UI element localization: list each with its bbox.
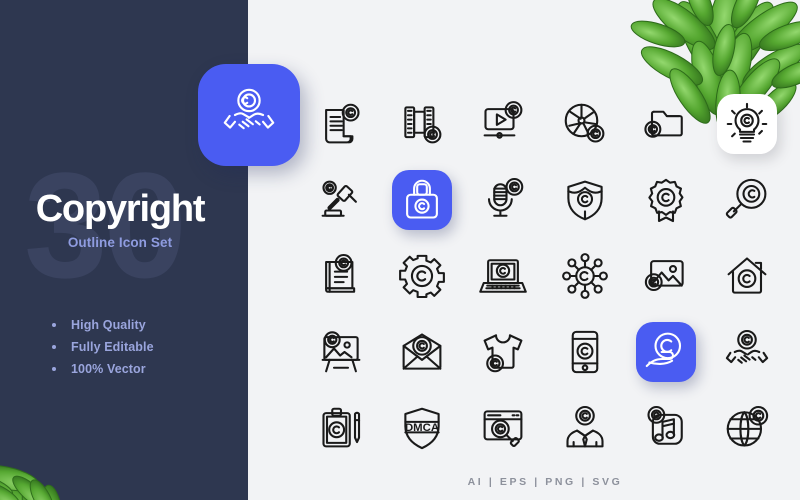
photo-copyright-icon	[644, 260, 684, 292]
icon-cell-easel-painting[interactable]	[300, 314, 381, 390]
document-copyright-icon	[324, 103, 360, 144]
icon-cell-folder[interactable]	[625, 86, 706, 162]
icon-cell-businessman[interactable]	[544, 390, 625, 466]
icon-cell-clipboard-pen[interactable]	[300, 390, 381, 466]
laptop-copyright-icon	[479, 259, 528, 293]
folder-copyright-icon	[644, 110, 683, 138]
icon-grid: DMCA	[300, 86, 788, 466]
icon-cell-shield[interactable]	[544, 162, 625, 238]
globe-copyright-icon	[727, 405, 769, 447]
easel-painting-copyright-icon	[321, 331, 361, 373]
icon-cell-film-strip[interactable]	[381, 86, 462, 162]
icon-cell-globe[interactable]	[707, 390, 788, 466]
film-strip-copyright-icon	[404, 106, 442, 144]
list-item: Fully Editable	[52, 340, 154, 354]
page-title: Copyright	[35, 188, 206, 230]
gear-copyright-icon	[399, 254, 445, 299]
businessman-copyright-icon	[566, 405, 604, 448]
padlock-copyright-icon	[406, 179, 438, 219]
music-note-copyright-icon	[647, 405, 683, 445]
tshirt-copyright-icon	[483, 334, 523, 373]
dmca-label: DMCA	[405, 422, 439, 434]
envelope-copyright-icon	[402, 333, 442, 370]
icon-cell-gear[interactable]	[381, 238, 462, 314]
hand-copyright-icon	[645, 332, 682, 368]
list-item: 100% Vector	[52, 362, 154, 376]
disc-copyright-icon	[564, 103, 605, 143]
list-item: High Quality	[52, 318, 154, 332]
bullet-icon	[52, 345, 56, 349]
icon-cell-gavel[interactable]	[300, 162, 381, 238]
icon-cell-music-note[interactable]	[625, 390, 706, 466]
icon-cell-photo[interactable]	[625, 238, 706, 314]
browser-search-copyright-icon	[483, 410, 523, 448]
magnifier-copyright-icon	[726, 178, 767, 219]
icon-cell-browser-search[interactable]	[463, 390, 544, 466]
icon-cell-house[interactable]	[707, 238, 788, 314]
clipboard-pen-copyright-icon	[322, 407, 360, 448]
icon-cell-hand-rights[interactable]	[625, 314, 706, 390]
icon-cell-envelope[interactable]	[381, 314, 462, 390]
feature-label: 100% Vector	[71, 362, 146, 376]
house-copyright-icon	[727, 257, 767, 294]
icon-cell-lightbulb[interactable]	[707, 86, 788, 162]
icon-cell-laptop[interactable]	[463, 238, 544, 314]
notebook-copyright-icon	[324, 253, 355, 293]
feature-label: High Quality	[71, 318, 146, 332]
gavel-copyright-icon	[321, 180, 357, 217]
bullet-icon	[52, 323, 56, 327]
handshake-copyright-icon	[223, 88, 275, 130]
feature-label: Fully Editable	[71, 340, 154, 354]
icon-cell-handshake[interactable]	[707, 314, 788, 390]
microphone-copyright-icon	[488, 177, 524, 217]
file-formats-label: AI | EPS | PNG | SVG	[467, 476, 623, 488]
icon-cell-padlock[interactable]	[381, 162, 462, 238]
bullet-icon	[52, 367, 56, 371]
icon-cell-tshirt[interactable]	[463, 314, 544, 390]
network-copyright-icon	[561, 253, 608, 299]
video-player-copyright-icon	[483, 101, 523, 139]
dmca-shield-icon: DMCA	[404, 407, 440, 450]
plant-bottom-left-decoration	[0, 464, 64, 500]
feature-list: High Quality Fully Editable 100% Vector	[52, 318, 154, 384]
title-block: Copyright Outline Icon Set	[0, 190, 248, 250]
icon-cell-video-player[interactable]	[463, 86, 544, 162]
lightbulb-copyright-icon	[727, 102, 768, 143]
icon-cell-network[interactable]	[544, 238, 625, 314]
icon-cell-document[interactable]	[300, 86, 381, 162]
shield-copyright-icon	[566, 180, 603, 221]
icon-cell-magnifier[interactable]	[707, 162, 788, 238]
logo-badge[interactable]	[198, 64, 300, 166]
icon-set-poster: 30 Copyright Outline Icon Set High Quali…	[0, 0, 800, 500]
icon-cell-microphone[interactable]	[463, 162, 544, 238]
icon-cell-award-badge[interactable]	[625, 162, 706, 238]
icon-cell-notebook[interactable]	[300, 238, 381, 314]
smartphone-copyright-icon	[571, 330, 598, 374]
page-subtitle: Outline Icon Set	[67, 235, 173, 250]
award-badge-copyright-icon	[648, 178, 684, 223]
icon-cell-smartphone[interactable]	[544, 314, 625, 390]
handshake-copyright-icon	[726, 329, 769, 364]
icon-cell-dmca-shield[interactable]: DMCA	[381, 390, 462, 466]
icon-cell-disc[interactable]	[544, 86, 625, 162]
